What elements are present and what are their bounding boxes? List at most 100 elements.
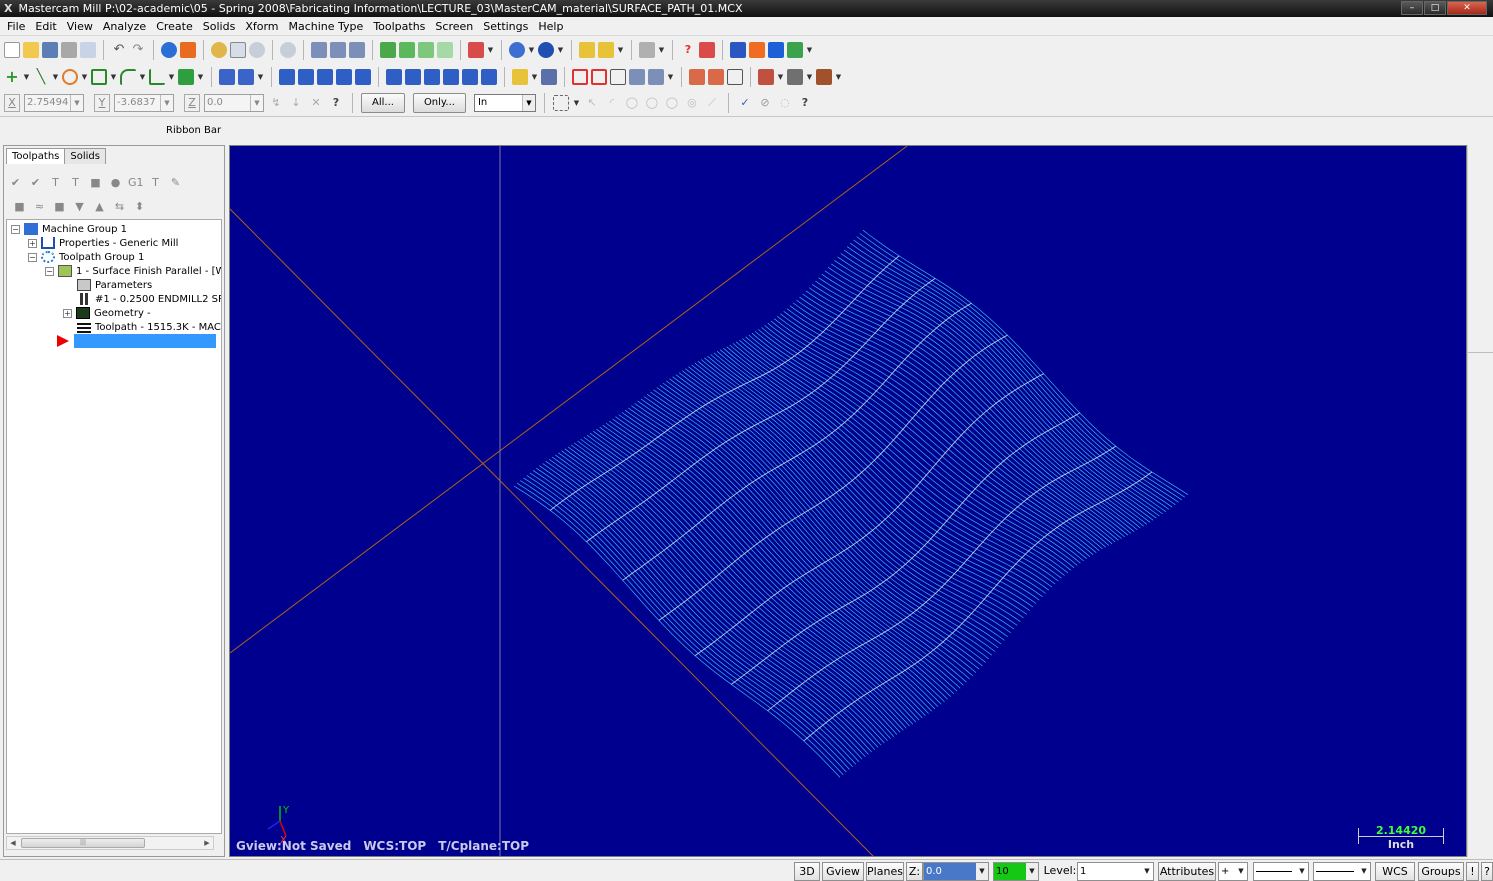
- menu-screen[interactable]: Screen: [430, 20, 478, 33]
- move-down-icon[interactable]: ▼: [72, 199, 87, 214]
- stock-icon[interactable]: [758, 68, 774, 85]
- cube-view-icon[interactable]: [468, 41, 484, 58]
- g1-icon[interactable]: G1: [128, 175, 144, 190]
- menu-settings[interactable]: Settings: [478, 20, 533, 33]
- lock-icon[interactable]: ■: [12, 199, 27, 214]
- chevron-down-icon[interactable]: ▼: [806, 42, 813, 58]
- chevron-down-icon[interactable]: ▼: [521, 95, 535, 111]
- iso-view-icon[interactable]: [380, 41, 396, 58]
- last-icon[interactable]: ⟋: [704, 95, 720, 111]
- select-all-ops-icon[interactable]: ✔: [8, 175, 23, 190]
- render-icon[interactable]: [708, 68, 724, 85]
- tree-parameters[interactable]: Parameters: [77, 278, 152, 292]
- multi-pencil-icon[interactable]: [598, 41, 614, 58]
- tool-icon[interactable]: [816, 68, 832, 85]
- graphics-viewport[interactable]: Y X Gview:Not Saved WCS:TOP T/Cplane:TOP…: [229, 145, 1467, 857]
- chevron-down-icon[interactable]: ▼: [617, 42, 624, 58]
- menu-create[interactable]: Create: [151, 20, 198, 33]
- verify-op-icon[interactable]: ●: [108, 175, 123, 190]
- manager-horizontal-scrollbar[interactable]: ◀ ||| ▶: [6, 836, 214, 850]
- point-icon[interactable]: +: [4, 68, 20, 85]
- drag-icon[interactable]: [481, 68, 497, 85]
- chevron-down-icon[interactable]: ▼: [487, 42, 494, 58]
- surface-icon[interactable]: [178, 68, 194, 85]
- scroll-left-icon[interactable]: ◀: [7, 837, 19, 849]
- pencil-icon[interactable]: [579, 41, 595, 58]
- break-icon[interactable]: [238, 68, 254, 85]
- chevron-down-icon[interactable]: ▼: [197, 69, 204, 85]
- chevron-down-icon[interactable]: ▼: [23, 69, 30, 85]
- chevron-down-icon[interactable]: ▼: [160, 95, 173, 111]
- tab-toolpaths[interactable]: Toolpaths: [6, 148, 66, 164]
- y-label[interactable]: Y: [94, 94, 110, 112]
- menu-analyze[interactable]: Analyze: [98, 20, 151, 33]
- line-style-select[interactable]: ▼: [1253, 862, 1309, 881]
- translate-icon[interactable]: [279, 68, 295, 85]
- regen-dirty-icon[interactable]: T: [68, 175, 83, 190]
- chevron-down-icon[interactable]: ▼: [1296, 863, 1308, 880]
- chevron-down-icon[interactable]: ▼: [667, 69, 674, 85]
- window-select-icon[interactable]: [552, 95, 569, 111]
- autocursor-icon[interactable]: ✕: [308, 95, 324, 111]
- chevron-down-icon[interactable]: ▼: [70, 95, 83, 111]
- stop-icon[interactable]: [180, 41, 196, 58]
- select-icon[interactable]: [512, 68, 528, 85]
- tree-tool[interactable]: #1 - 0.2500 ENDMILL2 SPHE: [77, 292, 221, 306]
- select-dirty-ops-icon[interactable]: ✔: [28, 175, 43, 190]
- menu-solids[interactable]: Solids: [198, 20, 241, 33]
- menu-machine-type[interactable]: Machine Type: [284, 20, 369, 33]
- chevron-down-icon[interactable]: ▼: [250, 95, 263, 111]
- x-label[interactable]: X: [4, 94, 20, 112]
- offset-icon[interactable]: [355, 68, 371, 85]
- backplot-icon[interactable]: [749, 41, 765, 58]
- table-icon[interactable]: [572, 68, 588, 85]
- z-depth-field[interactable]: 0.0 ▼: [923, 862, 989, 881]
- analyze-icon[interactable]: [639, 41, 655, 58]
- sphere-icon[interactable]: [538, 41, 554, 58]
- highspeed-icon[interactable]: ✎: [168, 175, 183, 190]
- arc-icon[interactable]: [62, 68, 78, 85]
- zoom-window-icon[interactable]: [230, 41, 246, 58]
- clear-selection-icon[interactable]: ⊘: [757, 95, 773, 111]
- tree-machine-group[interactable]: − Machine Group 1: [11, 222, 127, 236]
- collapse-icon[interactable]: −: [11, 224, 20, 234]
- tree-operation[interactable]: − 1 - Surface Finish Parallel - [WCS:: [45, 264, 221, 278]
- save-icon[interactable]: [42, 41, 58, 58]
- toggle-display-icon[interactable]: ≈: [32, 199, 47, 214]
- toggle-post-icon[interactable]: ■: [52, 199, 67, 214]
- end-selection-icon[interactable]: ✓: [737, 95, 753, 111]
- attributes-button[interactable]: Attributes: [1158, 862, 1216, 881]
- chevron-down-icon[interactable]: ▼: [1141, 863, 1153, 880]
- chevron-down-icon[interactable]: ▼: [1235, 863, 1247, 880]
- menu-edit[interactable]: Edit: [30, 20, 61, 33]
- groups-button[interactable]: Groups: [1418, 862, 1464, 881]
- menu-view[interactable]: View: [62, 20, 98, 33]
- collapse-icon[interactable]: −: [45, 266, 54, 276]
- help-icon[interactable]: ?: [1481, 862, 1493, 881]
- cursor-icon[interactable]: ↓: [288, 95, 304, 111]
- point-select-icon[interactable]: ◎: [684, 95, 700, 111]
- chevron-down-icon[interactable]: ▼: [528, 42, 535, 58]
- y-coordinate-field[interactable]: -3.6837 ▼: [114, 94, 174, 112]
- chevron-down-icon[interactable]: ▼: [139, 69, 146, 85]
- chevron-down-icon[interactable]: ▼: [1358, 863, 1370, 880]
- tree-properties[interactable]: + Properties - Generic Mill: [28, 236, 178, 250]
- spline-icon[interactable]: [149, 68, 165, 85]
- wcs-button[interactable]: WCS: [1375, 862, 1415, 881]
- wireframe-icon[interactable]: [418, 41, 434, 58]
- section-icon[interactable]: [727, 68, 743, 85]
- chevron-down-icon[interactable]: ▼: [168, 69, 175, 85]
- planes-button[interactable]: Planes: [866, 862, 904, 881]
- array-icon[interactable]: [405, 68, 421, 85]
- print-preview-icon[interactable]: [80, 41, 96, 58]
- chart-icon[interactable]: [699, 41, 715, 58]
- polygon-icon[interactable]: ◯: [644, 95, 660, 111]
- alert-icon[interactable]: !: [1466, 862, 1479, 881]
- menu-help[interactable]: Help: [533, 20, 568, 33]
- redo-icon[interactable]: ↷: [130, 42, 146, 58]
- select-all-button[interactable]: All...: [361, 93, 405, 113]
- backplot-op-icon[interactable]: ■: [88, 175, 103, 190]
- help-icon[interactable]: ?: [797, 95, 813, 111]
- shaded-icon[interactable]: [399, 41, 415, 58]
- single-icon[interactable]: ◯: [664, 95, 680, 111]
